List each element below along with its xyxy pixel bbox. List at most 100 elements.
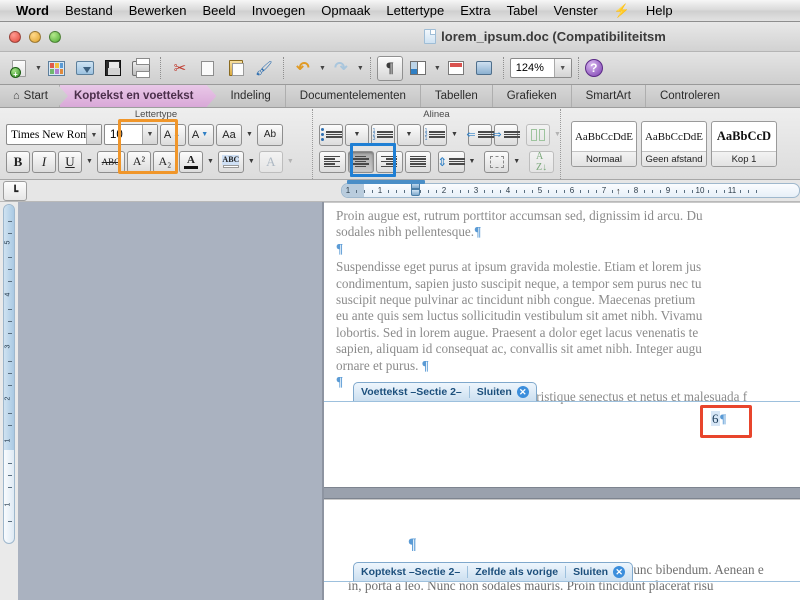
undo-dropdown-icon[interactable]: ▼ <box>319 65 326 72</box>
borders-button[interactable] <box>484 150 510 173</box>
strikethrough-button[interactable]: ABC <box>96 150 125 173</box>
text-effects-dropdown-icon[interactable]: ▼ <box>285 158 296 165</box>
notebook-layout-button[interactable] <box>443 56 469 81</box>
sort-button[interactable]: A Z↓ <box>529 150 554 173</box>
menu-item-bewerken[interactable]: Bewerken <box>121 0 195 22</box>
superscript-button[interactable]: A² <box>126 150 151 173</box>
subscript-button[interactable]: A₂ <box>152 150 177 173</box>
menu-item-venster[interactable]: Venster <box>546 0 606 22</box>
numbering-dropdown[interactable]: ▼ <box>397 123 421 146</box>
increase-indent-button[interactable]: ⇒ <box>492 123 520 146</box>
font-color-button[interactable]: A <box>178 150 203 173</box>
numbering-button[interactable]: 123 <box>371 123 395 146</box>
tab-controleren[interactable]: Controleren <box>646 85 734 107</box>
close-icon[interactable]: ✕ <box>516 386 529 398</box>
save-button[interactable] <box>100 56 126 81</box>
tab-smartart[interactable]: SmartArt <box>572 85 646 107</box>
menu-item-help[interactable]: Help <box>638 0 681 22</box>
cut-button[interactable]: ✂ <box>167 56 193 81</box>
style-card-geen-afstand[interactable]: AaBbCcDdE Geen afstand <box>641 121 707 167</box>
minimize-button[interactable] <box>29 30 41 43</box>
decrease-indent-button[interactable]: ⇐ <box>466 123 494 146</box>
footer-close-label[interactable]: Sluiten <box>477 386 512 398</box>
open-button[interactable] <box>72 56 98 81</box>
page-1[interactable]: Proin augue est, rutrum porttitor accums… <box>324 202 800 487</box>
document-canvas[interactable]: Proin augue est, rutrum porttitor accums… <box>18 202 800 600</box>
menu-item-beeld[interactable]: Beeld <box>195 0 244 22</box>
tab-indeling[interactable]: Indeling <box>216 85 286 107</box>
page-1-body-text[interactable]: Proin augue est, rutrum porttitor accums… <box>324 203 800 406</box>
style-card-kop-1[interactable]: AaBbCcD Kop 1 <box>711 121 777 167</box>
paragraph-2[interactable]: Suspendisse eget purus at ipsum gravida … <box>336 259 792 374</box>
bold-button[interactable]: B <box>6 150 30 173</box>
menu-item-word[interactable]: Word <box>8 0 57 22</box>
multilevel-list-button[interactable]: 131 <box>423 123 447 146</box>
tab-koptekst-en-voettekst[interactable]: Koptekst en voettekst <box>59 85 208 107</box>
redo-button[interactable]: ↷ <box>328 56 354 81</box>
paste-button[interactable] <box>223 56 249 81</box>
gallery-button[interactable] <box>44 56 70 81</box>
new-document-button[interactable] <box>6 56 32 81</box>
menu-item-opmaak[interactable]: Opmaak <box>313 0 378 22</box>
header-section-tab[interactable]: Koptekst –Sectie 2– Zelfde als vorige Sl… <box>353 562 634 581</box>
underline-button[interactable]: U <box>58 150 82 173</box>
shrink-font-button[interactable]: A ▼ <box>188 123 214 146</box>
flash-icon[interactable]: ⚡ <box>606 3 638 19</box>
paragraph-1[interactable]: Proin augue est, rutrum porttitor accums… <box>336 208 792 241</box>
undo-button[interactable]: ↶ <box>290 56 316 81</box>
tab-documentelementen[interactable]: Documentelementen <box>286 85 421 107</box>
menu-item-lettertype[interactable]: Lettertype <box>378 0 452 22</box>
bullets-dropdown[interactable]: ▼ <box>345 123 369 146</box>
menu-item-extra[interactable]: Extra <box>452 0 498 22</box>
highlight-button[interactable]: ABC <box>217 150 244 173</box>
line-spacing-button[interactable]: ⇕ <box>437 150 466 173</box>
tab-start[interactable]: ⌂ Start <box>4 85 60 107</box>
multilevel-dropdown-icon[interactable]: ▼ <box>449 131 460 138</box>
vertical-ruler[interactable]: 5 4 3 2 1 1 <box>3 204 15 544</box>
tab-stop-selector-button[interactable]: ┗ <box>3 181 27 201</box>
hanging-indent-marker[interactable] <box>411 189 420 196</box>
change-case-button[interactable]: Aa <box>216 123 242 146</box>
bullets-button[interactable] <box>319 123 343 146</box>
zoom-button[interactable] <box>49 30 61 43</box>
align-right-button[interactable] <box>376 150 403 173</box>
sidebar-dropdown-icon[interactable]: ▼ <box>434 65 441 72</box>
show-formatting-button[interactable]: ¶ <box>376 55 403 81</box>
same-as-previous-label[interactable]: Zelfde als vorige <box>475 566 558 578</box>
underline-dropdown-icon[interactable]: ▼ <box>84 158 95 165</box>
justify-button[interactable] <box>404 150 431 173</box>
close-button[interactable] <box>9 30 21 43</box>
media-browser-button[interactable] <box>471 56 497 81</box>
menu-item-invoegen[interactable]: Invoegen <box>244 0 314 22</box>
zoom-combo[interactable]: 124% ▼ <box>509 58 572 78</box>
help-button[interactable]: ? <box>584 59 603 77</box>
sidebar-button[interactable] <box>405 56 431 81</box>
page-2[interactable]: ¶ Koptekst –Sectie 2– Zelfde als vorige … <box>324 499 800 600</box>
menu-item-tabel[interactable]: Tabel <box>499 0 546 22</box>
header-close-label[interactable]: Sluiten <box>573 566 608 578</box>
new-document-dropdown-icon[interactable]: ▼ <box>35 65 42 72</box>
font-size-dropdown-icon[interactable]: ▼ <box>142 125 157 144</box>
tab-grafieken[interactable]: Grafieken <box>493 85 572 107</box>
grow-font-button[interactable]: A ▲ <box>160 123 186 146</box>
zoom-dropdown-icon[interactable]: ▼ <box>553 59 571 77</box>
font-size-combo[interactable]: 10 ▼ <box>104 124 158 145</box>
horizontal-ruler[interactable]: 1 1 2 3 4 5 6 7 8 9 10 11 ↑ <box>29 180 800 201</box>
copy-button[interactable] <box>195 56 221 81</box>
menu-item-bestand[interactable]: Bestand <box>57 0 121 22</box>
tab-stop-marker[interactable]: ↑ <box>616 186 621 196</box>
columns-button[interactable] <box>525 123 550 146</box>
italic-button[interactable]: I <box>32 150 56 173</box>
line-spacing-dropdown-icon[interactable]: ▼ <box>467 158 478 165</box>
paragraph-empty[interactable]: ¶ <box>336 241 792 257</box>
format-painter-button[interactable]: 🖌 <box>251 56 277 81</box>
align-center-button[interactable] <box>347 150 374 173</box>
style-card-normaal[interactable]: AaBbCcDdE Normaal <box>571 121 637 167</box>
close-icon[interactable]: ✕ <box>613 566 626 578</box>
print-button[interactable] <box>128 56 154 81</box>
highlight-dropdown-icon[interactable]: ▼ <box>246 158 257 165</box>
text-effects-button[interactable]: A <box>258 150 283 173</box>
change-case-dropdown-icon[interactable]: ▼ <box>244 131 255 138</box>
font-name-combo[interactable]: Times New Roman ▼ <box>6 124 102 145</box>
font-color-dropdown-icon[interactable]: ▼ <box>205 158 216 165</box>
